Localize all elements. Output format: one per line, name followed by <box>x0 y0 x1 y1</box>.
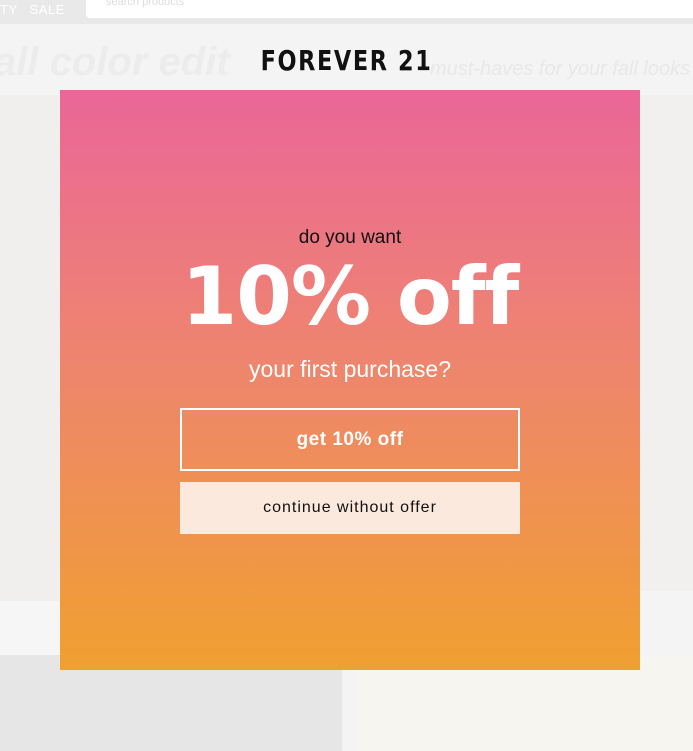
modal-question-bottom: your first purchase? <box>249 356 451 382</box>
modal-offer-headline: 10% off <box>181 250 520 343</box>
search-input[interactable]: search products <box>86 0 693 18</box>
background-product-image <box>0 95 60 601</box>
brand-logo[interactable]: FOREVER 21 <box>69 44 623 77</box>
continue-without-offer-button[interactable]: continue without offer <box>180 482 520 534</box>
background-product-image <box>640 95 693 591</box>
background-strip <box>0 601 60 655</box>
top-nav: TY SALE search products <box>0 0 693 24</box>
get-discount-button[interactable]: get 10% off <box>180 408 520 471</box>
nav-links: TY SALE <box>0 2 65 17</box>
modal-question-top: do you want <box>298 227 402 248</box>
nav-link-sale[interactable]: SALE <box>30 2 65 17</box>
nav-link-ty[interactable]: TY <box>0 2 18 17</box>
header-divider <box>0 24 693 28</box>
promo-modal: do you want 10% off your first purchase?… <box>60 90 640 670</box>
